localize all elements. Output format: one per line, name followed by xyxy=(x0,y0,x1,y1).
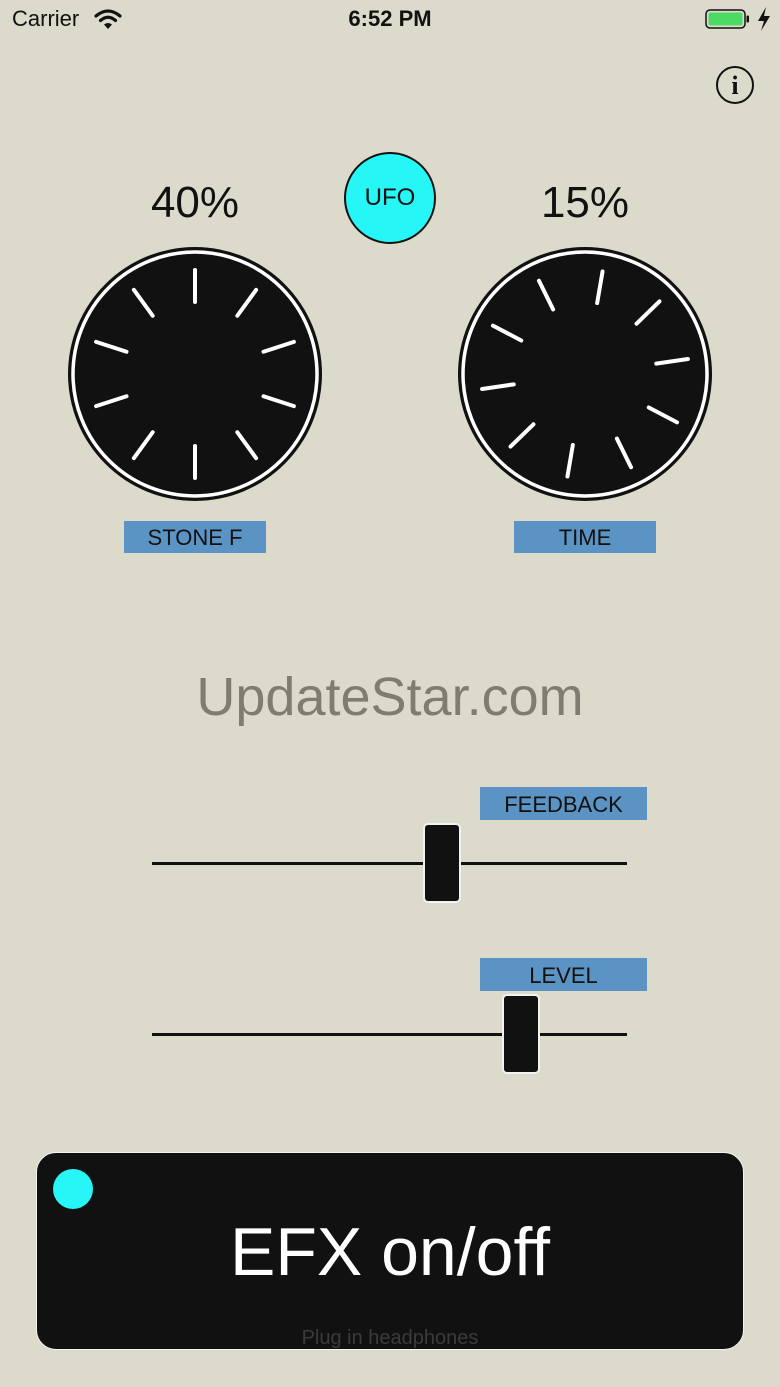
time-knob[interactable] xyxy=(457,246,713,502)
time-value: 15% xyxy=(540,178,630,227)
stone-f-knob[interactable] xyxy=(67,246,323,502)
watermark-text: UpdateStar.com xyxy=(196,667,584,727)
level-label: LEVEL xyxy=(480,958,647,991)
headphones-hint: Plug in headphones xyxy=(301,1327,479,1349)
efx-toggle-button[interactable]: EFX on/off Plug in headphones xyxy=(36,1152,744,1350)
efx-button-label: EFX on/off xyxy=(229,1214,551,1290)
efx-status-indicator xyxy=(53,1169,93,1209)
time-label: TIME xyxy=(514,521,656,553)
battery-icon xyxy=(705,9,749,29)
status-time: 6:52 PM xyxy=(348,6,432,31)
stone-f-label: STONE F xyxy=(124,521,266,553)
feedback-label: FEEDBACK xyxy=(480,787,647,820)
stone-f-value: 40% xyxy=(150,178,240,227)
ufo-button[interactable]: UFO xyxy=(344,152,436,244)
feedback-slider-thumb[interactable] xyxy=(422,823,461,903)
charging-bolt-icon xyxy=(758,7,770,31)
feedback-slider-track[interactable] xyxy=(152,862,627,865)
info-button[interactable]: i xyxy=(716,66,754,104)
level-slider-track[interactable] xyxy=(152,1033,627,1036)
level-slider-thumb[interactable] xyxy=(501,994,540,1074)
